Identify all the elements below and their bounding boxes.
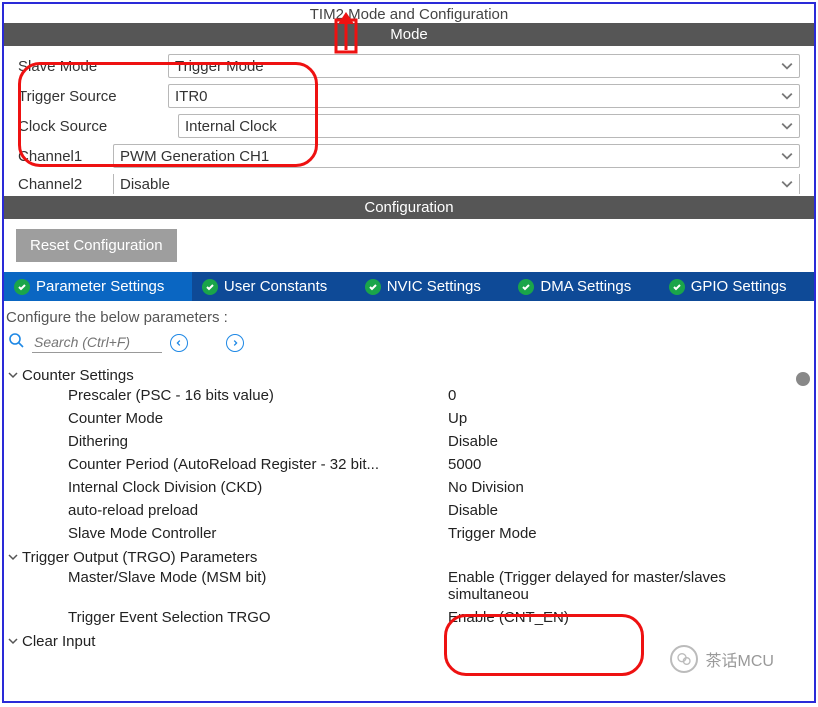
check-icon: [669, 279, 685, 295]
channel1-label: Channel1: [18, 148, 113, 165]
param-name: Prescaler (PSC - 16 bits value): [68, 387, 448, 404]
param-row[interactable]: Internal Clock Division (CKD)No Division: [8, 476, 810, 499]
channel2-select[interactable]: Disable: [113, 174, 800, 194]
trigger-source-value: ITR0: [175, 88, 208, 105]
configuration-band: Configuration: [4, 196, 814, 219]
param-name: Slave Mode Controller: [68, 525, 448, 542]
group-title: Trigger Output (TRGO) Parameters: [22, 549, 257, 566]
clock-source-value: Internal Clock: [185, 118, 277, 135]
param-row[interactable]: DitheringDisable: [8, 430, 810, 453]
tab-label: DMA Settings: [540, 278, 631, 295]
watermark-text: 茶话MCU: [706, 647, 774, 671]
param-value: Disable: [448, 502, 810, 519]
group-title: Counter Settings: [22, 367, 134, 384]
chevron-down-icon: [8, 367, 18, 384]
chevron-down-icon: [781, 149, 793, 166]
previous-match-button[interactable]: [170, 334, 188, 352]
tab-gpio-settings[interactable]: GPIO Settings: [659, 272, 814, 301]
slave-mode-label: Slave Mode: [18, 58, 168, 75]
param-row[interactable]: Slave Mode ControllerTrigger Mode: [8, 522, 810, 545]
channel2-label: Channel2: [18, 176, 113, 193]
search-icon[interactable]: [8, 332, 24, 353]
group-counter-settings[interactable]: Counter Settings: [8, 367, 810, 384]
clock-source-select[interactable]: Internal Clock: [178, 114, 800, 138]
mode-section: Slave Mode Trigger Mode Trigger Source I…: [4, 46, 814, 194]
chevron-down-icon: [8, 633, 18, 650]
tab-label: Parameter Settings: [36, 278, 164, 295]
param-name: Trigger Event Selection TRGO: [68, 609, 448, 626]
reset-configuration-button[interactable]: Reset Configuration: [16, 229, 177, 262]
tabs-bar: Parameter Settings User Constants NVIC S…: [4, 272, 814, 301]
chevron-down-icon: [8, 549, 18, 566]
mode-band: Mode: [4, 23, 814, 46]
wechat-icon: [670, 645, 698, 673]
tab-label: GPIO Settings: [691, 278, 787, 295]
param-row[interactable]: Trigger Event Selection TRGOEnable (CNT_…: [8, 606, 810, 629]
chevron-down-icon: [781, 119, 793, 136]
group-trgo-parameters[interactable]: Trigger Output (TRGO) Parameters: [8, 549, 810, 566]
param-value: Trigger Mode: [448, 525, 810, 542]
param-row[interactable]: auto-reload preloadDisable: [8, 499, 810, 522]
next-match-button[interactable]: [226, 334, 244, 352]
search-input[interactable]: [32, 332, 162, 353]
tab-label: User Constants: [224, 278, 327, 295]
param-row[interactable]: Counter ModeUp: [8, 407, 810, 430]
param-name: Dithering: [68, 433, 448, 450]
param-value: Up: [448, 410, 810, 427]
slave-mode-select[interactable]: Trigger Mode: [168, 54, 800, 78]
check-icon: [202, 279, 218, 295]
channel1-select[interactable]: PWM Generation CH1: [113, 144, 800, 168]
chevron-down-icon: [781, 59, 793, 76]
param-row[interactable]: Counter Period (AutoReload Register - 32…: [8, 453, 810, 476]
watermark: 茶话MCU: [670, 645, 774, 673]
tab-label: NVIC Settings: [387, 278, 481, 295]
param-name: Counter Mode: [68, 410, 448, 427]
configure-instruction: Configure the below parameters :: [4, 301, 814, 330]
param-name: Internal Clock Division (CKD): [68, 479, 448, 496]
page-title: TIM2 Mode and Configuration: [4, 4, 814, 23]
chevron-down-icon: [781, 89, 793, 106]
param-row[interactable]: Prescaler (PSC - 16 bits value)0: [8, 384, 810, 407]
param-name: Counter Period (AutoReload Register - 32…: [68, 456, 448, 473]
tab-user-constants[interactable]: User Constants: [192, 272, 355, 301]
param-row[interactable]: Master/Slave Mode (MSM bit)Enable (Trigg…: [8, 566, 810, 606]
param-name: Master/Slave Mode (MSM bit): [68, 569, 448, 603]
param-name: auto-reload preload: [68, 502, 448, 519]
chevron-down-icon: [781, 177, 793, 194]
channel2-value: Disable: [120, 176, 170, 193]
trigger-source-select[interactable]: ITR0: [168, 84, 800, 108]
check-icon: [14, 279, 30, 295]
param-value: Enable (CNT_EN): [448, 609, 810, 626]
trigger-source-label: Trigger Source: [18, 88, 168, 105]
check-icon: [518, 279, 534, 295]
parameter-tree: Counter Settings Prescaler (PSC - 16 bit…: [4, 367, 814, 654]
param-value: No Division: [448, 479, 810, 496]
channel1-value: PWM Generation CH1: [120, 148, 269, 165]
param-value: Disable: [448, 433, 810, 450]
tab-dma-settings[interactable]: DMA Settings: [508, 272, 658, 301]
scrollbar-hint-icon: [796, 372, 810, 386]
clock-source-label: Clock Source: [18, 118, 178, 135]
param-value: 0: [448, 387, 810, 404]
tab-parameter-settings[interactable]: Parameter Settings: [4, 272, 192, 301]
tab-nvic-settings[interactable]: NVIC Settings: [355, 272, 509, 301]
param-value: Enable (Trigger delayed for master/slave…: [448, 569, 810, 603]
param-value: 5000: [448, 456, 810, 473]
slave-mode-value: Trigger Mode: [175, 58, 264, 75]
check-icon: [365, 279, 381, 295]
group-title: Clear Input: [22, 633, 95, 650]
